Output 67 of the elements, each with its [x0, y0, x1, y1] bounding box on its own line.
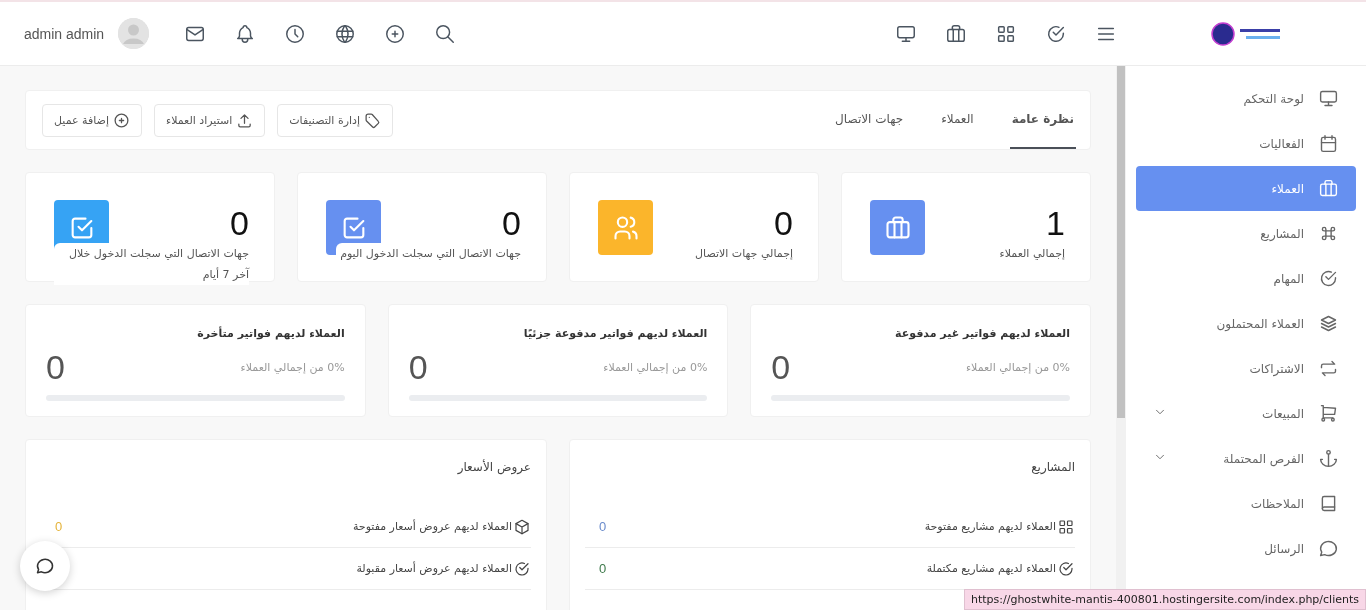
invoice-value: 0 [408, 348, 428, 387]
row-count: 0 [54, 519, 63, 534]
tab[interactable]: نظرة عامة [1009, 91, 1076, 149]
sidebar-item[interactable]: الفرص المحتملة [1136, 436, 1356, 481]
invoice-value: 0 [46, 348, 65, 387]
row-count: 0 [598, 519, 607, 534]
invoice-value: 0 [771, 348, 791, 387]
sidebar-item[interactable]: العملاء المحتملون [1136, 301, 1356, 346]
tab[interactable]: العملاء [939, 91, 976, 149]
cart-icon [1318, 403, 1339, 424]
chat-bubble-icon [1318, 538, 1339, 559]
sidebar-item[interactable]: المشاريع [1136, 211, 1356, 256]
invoice-title: العملاء لديهم فواتير متأخرة [196, 327, 345, 340]
sidebar-item[interactable]: المهام [1136, 256, 1356, 301]
row-label: العملاء لديهم عروض أسعار مقبولة [356, 562, 512, 575]
sidebar-item[interactable]: العملاء [1136, 166, 1356, 211]
invoice-percent: 0% من إجمالي العملاء [240, 361, 345, 374]
user-name: admin admin [24, 25, 105, 42]
upload-icon [236, 111, 254, 129]
users-icon [611, 213, 640, 242]
sidebar-item[interactable]: الفعاليات [1136, 121, 1356, 166]
stat-value: 1 [1046, 204, 1065, 243]
sidebar-item[interactable]: المبيعات [1136, 391, 1356, 436]
check-circle-icon [1057, 559, 1075, 578]
repeat-icon [1318, 358, 1339, 379]
row-label: العملاء لديهم مشاريع مكتملة [926, 562, 1056, 575]
cube-icon [513, 517, 531, 536]
invoice-percent: 0% من إجمالي العملاء [965, 361, 1070, 374]
layers-icon [1318, 313, 1339, 334]
check-circle-icon [513, 559, 531, 578]
check-circle-icon [1318, 268, 1339, 289]
invoice-title: العملاء لديهم فواتير مدفوعة جزئيًا [522, 327, 708, 340]
calendar-icon [1318, 133, 1339, 154]
stat-value: 0 [774, 204, 793, 243]
tab[interactable]: جهات الاتصال [833, 91, 906, 149]
sidebar-item[interactable]: الرسائل [1136, 526, 1356, 571]
sidebar-item[interactable]: لوحة التحكم [1136, 76, 1356, 121]
invoice-percent: 0% من إجمالي العملاء [603, 361, 708, 374]
plus-circle-icon [384, 22, 407, 45]
toolbar-button[interactable]: إضافة عميل [42, 103, 142, 137]
scrollbar-thumb[interactable] [1117, 66, 1125, 418]
clock-icon [284, 22, 307, 45]
stat-value: 0 [502, 204, 521, 243]
sidebar-item[interactable]: الملاحظات [1136, 481, 1356, 526]
panel-title: المشاريع [1030, 460, 1075, 474]
row-label: العملاء لديهم عروض أسعار مفتوحة [352, 520, 512, 533]
stat-label: جهات الاتصال التي سجلت الدخول خلال آخر 7 أيام [54, 243, 249, 285]
stat-value: 0 [230, 204, 249, 243]
row-count: 0 [598, 561, 607, 576]
briefcase-icon [1318, 178, 1339, 199]
anchor-icon [1318, 448, 1339, 469]
row-label: العملاء لديهم مشاريع مفتوحة [924, 520, 1056, 533]
monitor-icon [1318, 88, 1339, 109]
invoice-title: العملاء لديهم فواتير غير مدفوعة [894, 327, 1070, 340]
search-icon [434, 22, 457, 45]
sidebar-item[interactable]: الاشتراكات [1136, 346, 1356, 391]
panel-title: عروض الأسعار [456, 460, 531, 474]
status-url: https://ghostwhite-mantis-400801.hostingersite.com/index.php/clients [964, 589, 1366, 610]
briefcase-icon [945, 22, 967, 45]
grid-icon [1057, 517, 1075, 536]
tag-icon [364, 111, 381, 129]
chat-bubble-icon [35, 556, 55, 576]
toolbar-button[interactable]: استيراد العملاء [154, 103, 266, 137]
globe-icon [334, 22, 357, 45]
toolbar-button[interactable]: إدارة التصنيفات [277, 103, 393, 137]
plus-circle-icon [113, 111, 130, 129]
logo [1210, 20, 1282, 47]
